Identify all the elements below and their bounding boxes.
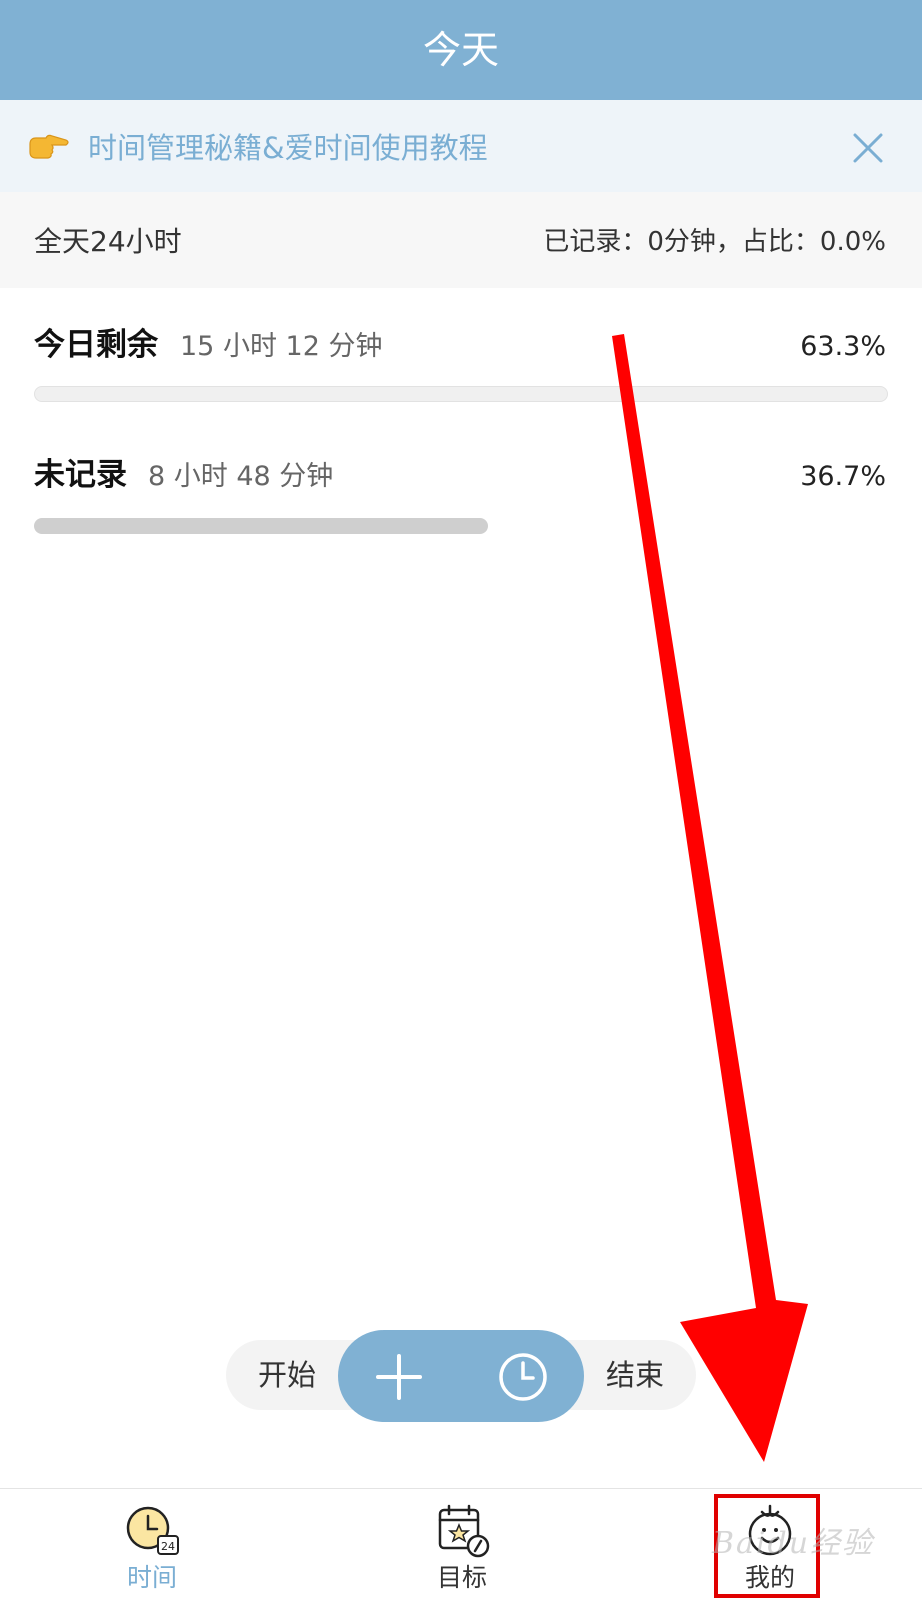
tab-time-label: 时间 [126, 1563, 177, 1592]
remaining-percent: 63.3% [800, 331, 886, 362]
unrecorded-duration: 8 小时 48 分钟 [148, 461, 334, 492]
page-title: 今天 [422, 28, 499, 72]
unrecorded-percent: 36.7% [800, 461, 886, 492]
close-icon[interactable] [852, 132, 884, 164]
clock-24-icon: 24 [126, 1506, 179, 1555]
remaining-label: 今日剩余 [34, 327, 158, 363]
pointing-hand-icon [29, 134, 69, 159]
banner-link-text[interactable]: 时间管理秘籍&爱时间使用教程 [88, 126, 488, 170]
tab-goal-label: 目标 [436, 1563, 487, 1592]
calendar-star-icon [438, 1504, 490, 1558]
end-button[interactable]: 结束 [606, 1350, 664, 1400]
clock-icon[interactable] [498, 1352, 548, 1402]
day-total-label: 全天24小时 [34, 225, 182, 258]
remaining-duration: 15 小时 12 分钟 [180, 331, 383, 362]
watermark: Baidu经验 [712, 1526, 875, 1561]
unrecorded-progress-fill [34, 518, 488, 534]
start-button[interactable]: 开始 [258, 1350, 316, 1400]
recorded-stats: 已记录：0分钟，占比：0.0% [543, 227, 886, 257]
unrecorded-label: 未记录 [34, 457, 127, 493]
remaining-progress-track [34, 386, 888, 402]
svg-text:24: 24 [161, 1540, 175, 1553]
tab-goal[interactable]: 目标 [392, 1488, 532, 1600]
tab-time[interactable]: 24 时间 [82, 1488, 222, 1600]
plus-icon[interactable] [376, 1354, 422, 1400]
